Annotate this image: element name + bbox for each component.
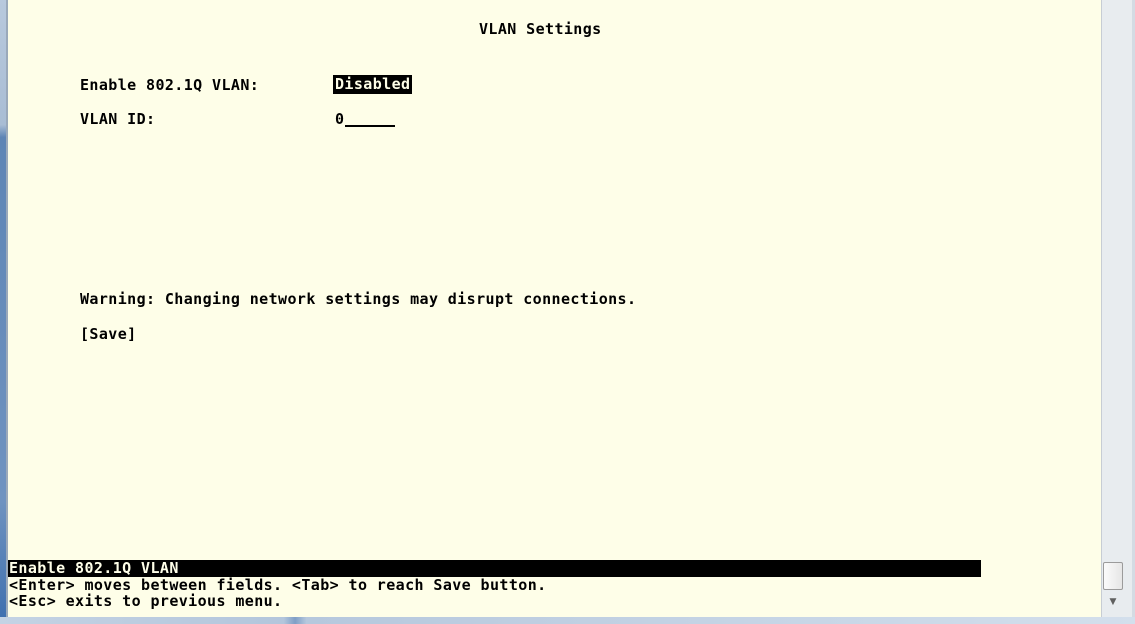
- vlan-id-value: 0: [335, 110, 345, 128]
- vertical-scrollbar[interactable]: ▼: [1101, 0, 1135, 617]
- vlan-enable-toggle[interactable]: Disabled: [333, 75, 413, 94]
- scrollbar-thumb[interactable]: [1103, 562, 1123, 590]
- vlan-id-label: VLAN ID:: [80, 110, 156, 128]
- help-line-escape: <Esc> exits to previous menu.: [9, 592, 283, 610]
- save-button[interactable]: [Save]: [80, 325, 137, 343]
- vlan-id-input-underline: [345, 110, 396, 127]
- vlan-id-field[interactable]: 0: [335, 110, 396, 128]
- terminal-screen[interactable]: VLAN Settings Enable 802.1Q VLAN: Disabl…: [8, 0, 1101, 617]
- status-bar-current-field: Enable 802.1Q VLAN: [8, 560, 981, 577]
- window-bottom-border: [0, 617, 1135, 624]
- vlan-enable-label: Enable 802.1Q VLAN:: [80, 76, 260, 94]
- scroll-down-arrow-icon[interactable]: ▼: [1105, 594, 1121, 610]
- page-title: VLAN Settings: [479, 20, 602, 38]
- help-line-navigation: <Enter> moves between fields. <Tab> to r…: [9, 576, 547, 594]
- warning-message: Warning: Changing network settings may d…: [80, 290, 637, 308]
